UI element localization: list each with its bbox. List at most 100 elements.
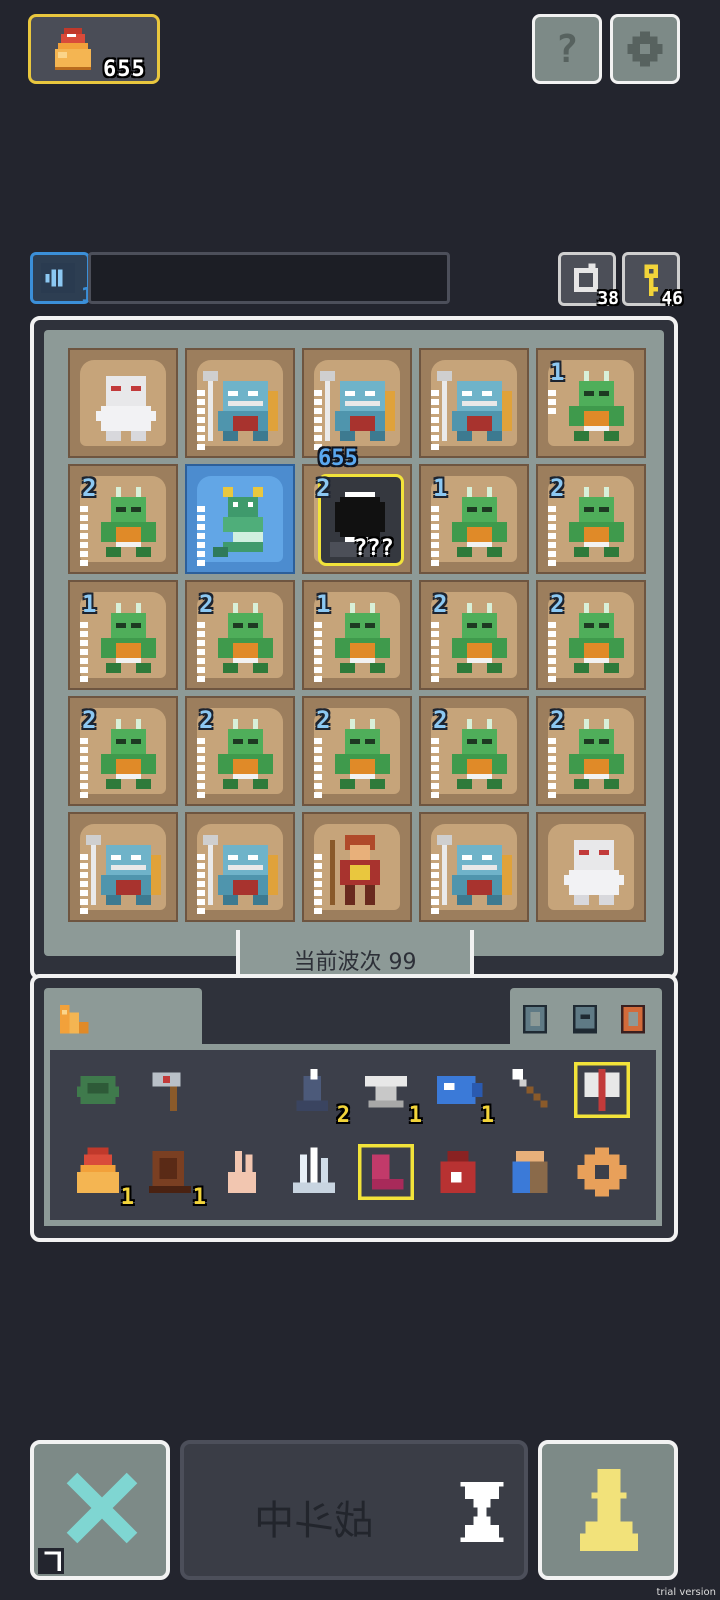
spear-icon [512, 1069, 548, 1108]
inventory-slot[interactable]: 1 [142, 1144, 206, 1210]
inventory-slot[interactable]: 1 [430, 1062, 494, 1128]
ring-icon[interactable] [516, 1000, 554, 1038]
pawn-icon [579, 1469, 639, 1551]
unit-hp-pips [197, 390, 205, 450]
settings-button[interactable] [610, 14, 680, 84]
unit-hp-pips [80, 854, 88, 914]
inventory-slot[interactable] [214, 1144, 276, 1206]
inventory-slot[interactable] [502, 1144, 564, 1206]
unit-hp-pips [197, 506, 205, 566]
wave-level-badge: 1 [30, 252, 93, 307]
unit-hp-pips [548, 506, 556, 566]
unit-cell-goblin[interactable]: 1 [419, 464, 529, 574]
unit-cell-goblin[interactable]: 2 [536, 696, 646, 806]
unit-cell-portal[interactable]: 2 655??? [302, 446, 412, 574]
inventory-slot[interactable] [574, 1062, 636, 1124]
inventory-slot[interactable] [142, 1062, 204, 1124]
unit-level: 1 [550, 358, 565, 386]
goblin-icon [101, 487, 156, 557]
unit-cell-ogre[interactable] [419, 348, 529, 458]
unit-hp-pips [314, 738, 322, 798]
ghost-icon [564, 840, 624, 905]
wave-progress-bar [88, 252, 450, 304]
inventory-tab[interactable] [44, 988, 202, 1046]
recycle-count: 38 [597, 288, 619, 309]
unit-cell-goblin[interactable]: 2 [185, 696, 295, 806]
unit-cell-goblin[interactable]: 2 [68, 696, 178, 806]
unit-hp-pips [431, 506, 439, 566]
unit-cell-goblin[interactable]: 2 [302, 696, 412, 806]
unit-cell-goblin[interactable]: 1 [302, 580, 412, 690]
gold-counter: 655 [28, 14, 160, 84]
hand-icon [228, 1151, 256, 1193]
unit-cell-goblin[interactable]: 2 [185, 580, 295, 690]
unit-cell-ghost[interactable] [536, 812, 646, 922]
goblin-icon [569, 603, 624, 673]
cheese-icon [59, 1005, 89, 1034]
unit-cell-goblin[interactable]: 2 [419, 580, 529, 690]
unit-cell-dragon[interactable] [185, 464, 295, 574]
goblin-icon [101, 603, 156, 673]
hammer-icon [152, 1072, 181, 1111]
item-count: 1 [480, 1103, 494, 1128]
inventory-slot[interactable] [502, 1062, 564, 1124]
unit-cell-warrior[interactable] [302, 812, 412, 922]
gear-ring-icon [577, 1147, 627, 1197]
unit-hp-pips [548, 390, 556, 414]
key-count: 46 [661, 288, 683, 309]
unit-cell-ogre[interactable] [419, 812, 529, 922]
unit-hp-pips [197, 738, 205, 798]
anvil-icon [365, 1076, 407, 1108]
unit-hp-pips [431, 390, 439, 450]
unit-level: 2 [82, 474, 97, 502]
battle-button[interactable]: 战斗中 [180, 1440, 528, 1580]
inventory-slot[interactable] [430, 1144, 492, 1206]
help-button[interactable]: ? [532, 14, 602, 84]
boot-icon [296, 1069, 328, 1111]
goblin-icon [335, 719, 390, 789]
unit-hp-pips [548, 622, 556, 682]
recycle-counter[interactable]: 38 [558, 252, 619, 309]
unit-cell-ogre[interactable] [185, 812, 295, 922]
inventory-slot-empty[interactable] [214, 1062, 276, 1124]
unit-cell-goblin[interactable]: 1 [536, 348, 646, 458]
unit-cell-goblin[interactable]: 1 [68, 580, 178, 690]
unit-level: 1 [82, 590, 97, 618]
inventory-row-1: 2 1 1 [70, 1062, 636, 1128]
unit-level: 2 [433, 706, 448, 734]
recruit-button[interactable] [538, 1440, 678, 1580]
inventory-slot[interactable] [286, 1144, 348, 1206]
ogre-icon [203, 835, 278, 905]
unit-cell-goblin[interactable]: 2 [536, 580, 646, 690]
unit-cell-ghost[interactable] [68, 348, 178, 458]
unit-cell-ogre[interactable] [68, 812, 178, 922]
unit-cell-goblin[interactable]: 2 [68, 464, 178, 574]
unit-cell-ogre[interactable] [185, 348, 295, 458]
wave-text: 当前波次 99 [293, 950, 417, 975]
unit-level: 1 [316, 590, 331, 618]
unit-cell-ogre[interactable] [302, 348, 412, 458]
inventory-slot[interactable] [70, 1062, 132, 1124]
battle-label: 战斗中 [254, 1498, 374, 1544]
portal-hp: 655 [318, 446, 358, 471]
helmet-icon[interactable] [566, 1000, 604, 1038]
unit-cell-goblin[interactable]: 2 [419, 696, 529, 806]
close-button[interactable] [30, 1440, 170, 1580]
unit-cell-goblin[interactable]: 2 [536, 464, 646, 574]
unit-hp-pips [431, 738, 439, 798]
key-counter[interactable]: 46 [622, 252, 683, 309]
question-icon: ? [555, 27, 579, 71]
goblin-icon [569, 487, 624, 557]
inventory-slot[interactable]: 1 [358, 1062, 422, 1128]
axe-icon [574, 1062, 630, 1118]
unit-hp-pips [80, 506, 88, 566]
amulet-icon[interactable] [614, 1000, 652, 1038]
blue-fish-icon [437, 1076, 483, 1104]
unit-level: 2 [199, 590, 214, 618]
inventory-slot[interactable] [358, 1144, 420, 1206]
inventory-slot[interactable] [574, 1144, 636, 1206]
inventory-slot[interactable]: 2 [286, 1062, 350, 1128]
inventory-slot[interactable]: 1 [70, 1144, 134, 1210]
ogre-icon [437, 835, 512, 905]
goblin-icon [218, 719, 273, 789]
